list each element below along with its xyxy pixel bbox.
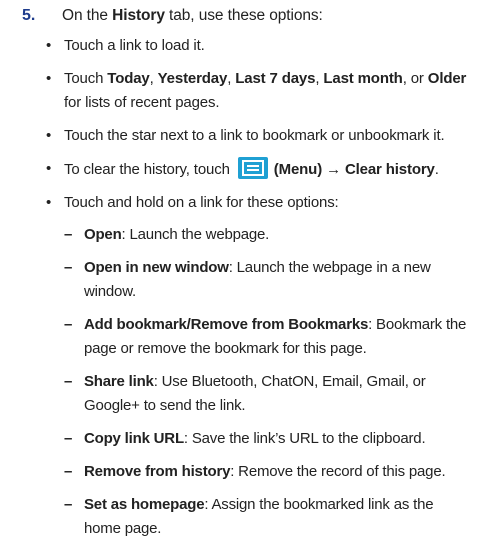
option-yesterday: Yesterday	[157, 70, 228, 87]
period: .	[434, 161, 439, 178]
step-5: 5. On the History tab, use these options…	[22, 4, 472, 28]
bullet-prefix: To clear the history, touch	[64, 161, 234, 178]
option-term: Set as homepage	[84, 496, 205, 513]
option-older: Older	[427, 70, 467, 87]
history-options-list: Touch a link to load it. Touch Today, Ye…	[46, 34, 474, 541]
arrow-icon: →	[326, 161, 341, 178]
sub-option-open: – Open: Launch the webpage.	[64, 223, 474, 247]
option-term: Open	[84, 226, 122, 243]
list-item: Touch the star next to a link to bookmar…	[46, 124, 474, 148]
menu-icon	[237, 157, 268, 179]
separator: ,	[149, 70, 158, 87]
step-text: On the History tab, use these options:	[62, 4, 323, 28]
dash: –	[64, 430, 73, 447]
bullet-text: Touch a link to load it.	[64, 37, 205, 54]
sub-option-open-new-window: – Open in new window: Launch the webpage …	[64, 256, 474, 304]
list-item: To clear the history, touch (Menu) → Cle…	[46, 157, 474, 182]
clear-history-label: Clear history	[344, 161, 435, 178]
option-term: Add bookmark/Remove from Bookmarks	[84, 316, 369, 333]
sub-option-set-as-homepage: – Set as homepage: Assign the bookmarked …	[64, 493, 474, 541]
option-desc: : Remove the record of this page.	[230, 463, 446, 480]
option-desc: : Save the link’s URL to the clipboard.	[183, 430, 426, 447]
option-term: Copy link URL	[84, 430, 184, 447]
sub-option-remove-from-history: – Remove from history: Remove the record …	[64, 460, 474, 484]
sub-option-copy-link-url: – Copy link URL: Save the link’s URL to t…	[64, 427, 474, 451]
bullet-prefix: Touch	[64, 70, 108, 87]
sub-option-share-link: – Share link: Use Bluetooth, ChatON, Emai…	[64, 370, 474, 418]
separator: , or	[402, 70, 428, 87]
step-suffix: tab, use these options:	[164, 7, 323, 24]
dash: –	[64, 463, 73, 480]
dash: –	[64, 259, 73, 276]
dash: –	[64, 373, 73, 390]
option-term: Remove from history	[84, 463, 231, 480]
bullet-text: Touch and hold on a link for these optio…	[64, 194, 339, 211]
step-number: 5.	[22, 7, 36, 24]
bullet-suffix: for lists of recent pages.	[64, 94, 220, 111]
dash: –	[64, 226, 73, 243]
step-prefix: On the	[62, 7, 113, 24]
option-last-month: Last month	[323, 70, 403, 87]
dash: –	[64, 316, 73, 333]
manual-page: 5. On the History tab, use these options…	[0, 0, 477, 537]
dash: –	[64, 496, 73, 513]
list-item: Touch and hold on a link for these optio…	[46, 191, 474, 541]
step-heading: 5. On the History tab, use these options…	[22, 4, 472, 28]
option-last-7-days: Last 7 days	[235, 70, 316, 87]
option-term: Open in new window	[84, 259, 229, 276]
bullet-text: Touch the star next to a link to bookmar…	[64, 127, 445, 144]
list-item: Touch a link to load it.	[46, 34, 474, 58]
option-desc: : Launch the webpage.	[121, 226, 270, 243]
long-press-options-list: – Open: Launch the webpage. – Open in new …	[64, 223, 474, 541]
option-term: Share link	[84, 373, 154, 390]
list-item: Touch Today, Yesterday, Last 7 days, Las…	[46, 67, 474, 115]
history-tab-label: History	[112, 7, 165, 24]
menu-label: (Menu)	[273, 161, 323, 178]
sub-option-add-bookmark: – Add bookmark/Remove from Bookmarks: Boo…	[64, 313, 474, 361]
option-today: Today	[107, 70, 150, 87]
